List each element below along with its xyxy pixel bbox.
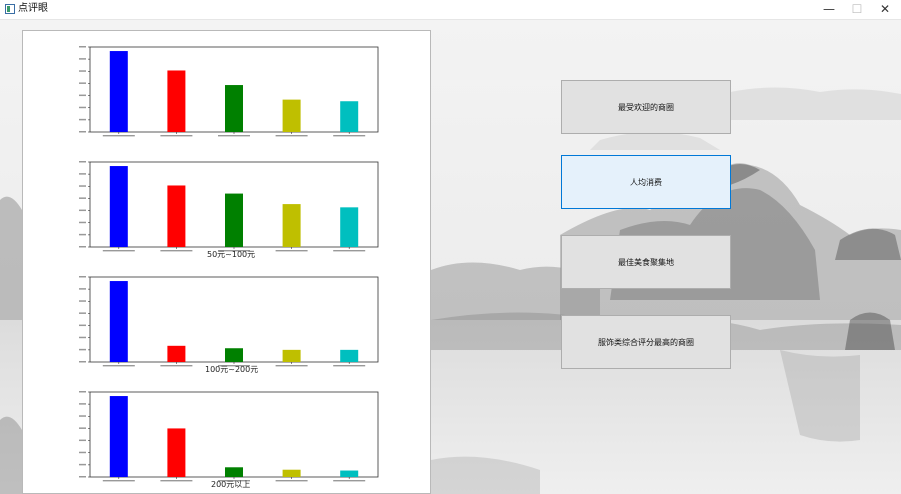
y-tick-label <box>79 300 86 302</box>
bar-3 <box>225 467 243 477</box>
x-tick-label <box>275 250 308 252</box>
y-tick-label <box>79 246 86 248</box>
bar-chart-3: 100元~200元 <box>23 271 430 387</box>
window-title: 点评眼 <box>18 3 48 14</box>
x-tick-label <box>160 135 193 137</box>
y-tick-label <box>79 476 86 478</box>
x-tick-label <box>333 480 366 482</box>
bar-3 <box>225 85 243 132</box>
x-tick-label <box>333 365 366 367</box>
x-tick-label <box>333 135 366 137</box>
y-tick-label <box>79 361 86 363</box>
y-tick-label <box>79 391 86 393</box>
y-tick-label <box>79 173 86 175</box>
x-tick-label <box>333 250 366 252</box>
x-tick-label <box>275 480 308 482</box>
title-bar: 点评眼 — ☐ ✕ <box>0 0 901 20</box>
bar-5 <box>340 101 359 132</box>
bar-chart-2: 50元~100元 <box>23 156 430 272</box>
bar-3 <box>225 193 243 247</box>
bar-2 <box>167 428 186 477</box>
y-tick-label <box>79 427 86 429</box>
y-tick-label <box>79 82 86 84</box>
bar-1 <box>109 51 128 132</box>
top-clothing-district-button[interactable]: 服饰类综合评分最高的商圈 <box>561 315 731 369</box>
y-tick-label <box>79 233 86 236</box>
bar-chart-3-title: 100元~200元 <box>205 365 259 374</box>
y-tick-label <box>79 197 86 199</box>
x-tick-label <box>160 480 193 482</box>
y-tick-label <box>79 161 86 163</box>
y-tick-label <box>79 336 86 339</box>
y-tick-label <box>79 288 86 290</box>
bar-4 <box>282 469 301 477</box>
x-tick-label <box>160 365 193 367</box>
best-food-area-button[interactable]: 最佳美食聚集地 <box>561 235 731 289</box>
y-tick-label <box>79 58 86 60</box>
bar-chart-1-canvas <box>79 46 379 137</box>
x-tick-label <box>218 135 250 137</box>
y-tick-label <box>79 403 86 405</box>
y-tick-label <box>79 324 86 327</box>
y-tick-label <box>79 70 86 72</box>
bar-2 <box>167 185 186 247</box>
y-tick-label <box>79 415 86 417</box>
x-tick-label <box>102 365 135 367</box>
y-tick-label <box>79 106 86 109</box>
close-button[interactable]: ✕ <box>871 0 899 19</box>
bar-5 <box>340 207 359 247</box>
x-tick-label <box>102 480 135 482</box>
bar-1 <box>109 281 128 362</box>
maximize-button[interactable]: ☐ <box>843 0 871 19</box>
y-tick-label <box>79 439 86 442</box>
y-tick-label <box>79 348 86 351</box>
x-tick-label <box>102 135 135 137</box>
y-tick-label <box>79 185 86 187</box>
x-tick-label <box>275 365 308 367</box>
bar-2 <box>167 70 186 132</box>
y-tick-label <box>79 451 86 454</box>
bar-4 <box>282 99 301 132</box>
bar-2 <box>167 345 186 362</box>
x-tick-label <box>160 250 193 252</box>
bar-chart-1 <box>23 41 430 157</box>
y-tick-label <box>79 463 86 466</box>
bar-chart-2-title: 50元~100元 <box>207 250 256 259</box>
bar-1 <box>109 166 128 247</box>
bar-4 <box>282 204 301 247</box>
y-tick-label <box>79 46 86 48</box>
y-tick-label <box>79 209 86 212</box>
bar-3 <box>225 348 243 362</box>
app-window-icon <box>5 4 15 14</box>
y-tick-label <box>79 276 86 278</box>
y-tick-label <box>79 94 86 97</box>
bar-4 <box>282 349 301 362</box>
bar-chart-4: 200元以上 <box>23 386 430 493</box>
y-tick-label <box>79 118 86 121</box>
chart-panel[interactable]: 50元~100元 100元~200元 200元以上 <box>22 30 431 494</box>
y-tick-label <box>79 221 86 224</box>
bar-5 <box>340 470 359 477</box>
bar-5 <box>340 349 359 362</box>
bar-1 <box>109 396 128 477</box>
bar-chart-4-title: 200元以上 <box>211 480 251 489</box>
bar-chart-4-canvas <box>79 391 379 482</box>
x-tick-label <box>275 135 308 137</box>
average-spending-button[interactable]: 人均消费 <box>561 155 731 209</box>
y-tick-label <box>79 312 86 314</box>
chart-axes-frame <box>89 391 379 478</box>
x-tick-label <box>102 250 135 252</box>
y-tick-label <box>79 131 86 133</box>
popular-district-button[interactable]: 最受欢迎的商圈 <box>561 80 731 134</box>
minimize-button[interactable]: — <box>815 0 843 19</box>
